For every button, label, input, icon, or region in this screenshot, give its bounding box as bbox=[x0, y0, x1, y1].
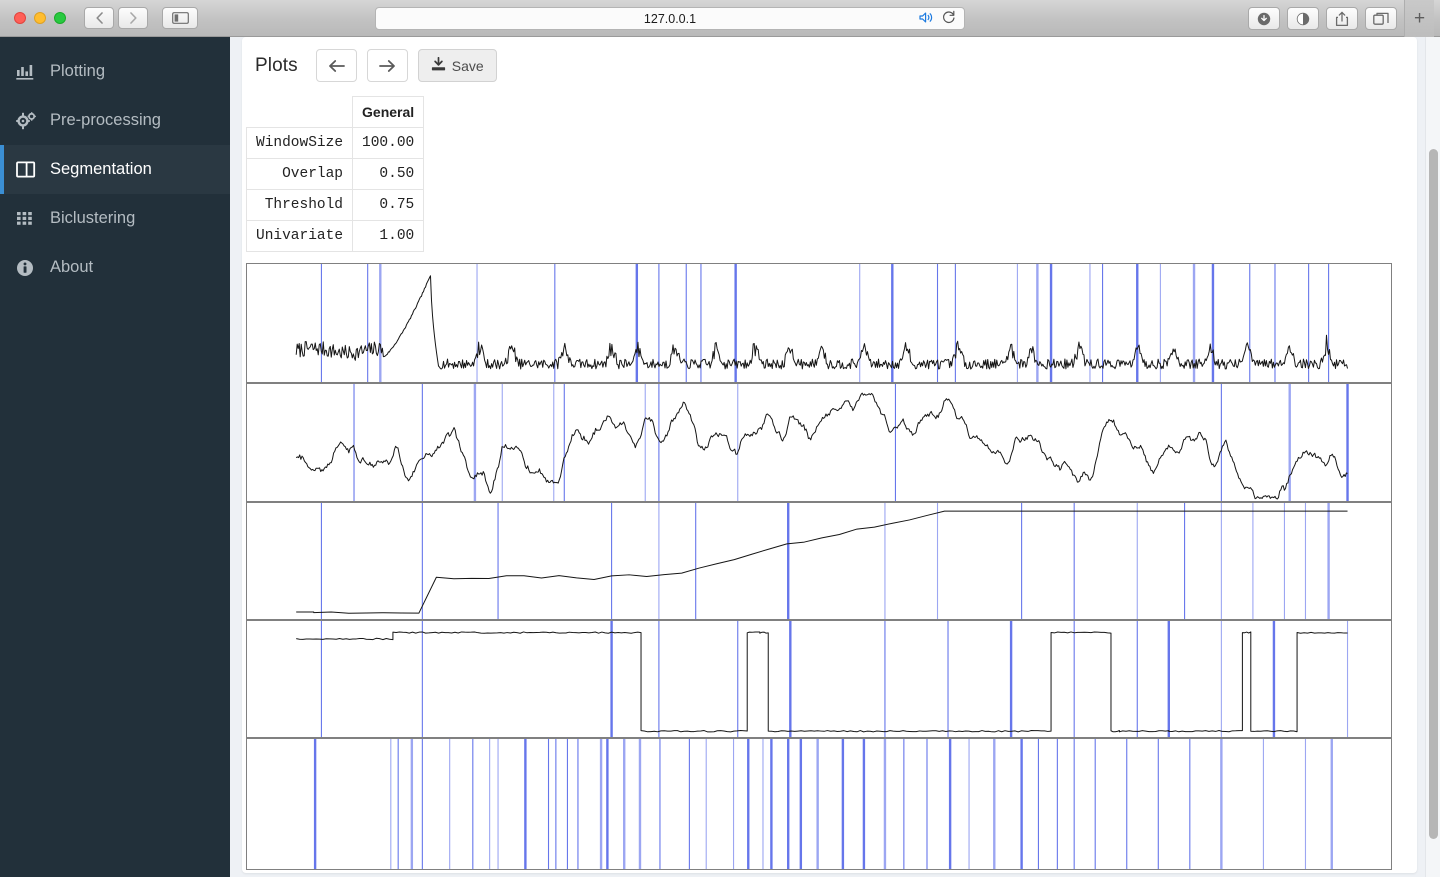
page-scrollbar-thumb[interactable] bbox=[1429, 149, 1438, 839]
download-icon bbox=[431, 56, 446, 75]
columns-icon bbox=[16, 161, 50, 178]
table-row: Univariate 1.00 bbox=[245, 220, 425, 252]
plots-card: Plots Save General WindowSize 100.00 Ove… bbox=[242, 37, 1417, 873]
minimize-window-button[interactable] bbox=[34, 12, 46, 24]
column-header-general: General bbox=[352, 96, 425, 128]
save-button[interactable]: Save bbox=[417, 49, 497, 82]
arrow-left-icon bbox=[328, 59, 345, 72]
back-button[interactable] bbox=[84, 7, 114, 29]
plot-3-svg bbox=[247, 503, 1391, 619]
sidebar-item-label: Segmentation bbox=[50, 160, 152, 178]
table-row: Threshold 0.75 bbox=[245, 189, 425, 221]
plot-2-svg bbox=[247, 384, 1391, 501]
sidebar-icon bbox=[171, 12, 189, 24]
parameters-table-head: General bbox=[245, 96, 425, 128]
app-sidebar: Plotting Pre-processing Segmentation Bic… bbox=[0, 37, 230, 877]
previous-plot-button[interactable] bbox=[315, 49, 357, 82]
chevron-left-icon bbox=[95, 12, 103, 24]
plot-5-svg bbox=[247, 739, 1391, 869]
sidebar-item-plotting[interactable]: Plotting bbox=[0, 47, 230, 96]
plot-panel-2[interactable] bbox=[247, 384, 1391, 503]
plot-panel-1[interactable] bbox=[247, 264, 1391, 384]
row-value-overlap: 0.50 bbox=[352, 158, 425, 190]
table-header-row: General bbox=[245, 96, 425, 128]
window-controls bbox=[14, 12, 66, 24]
sidebar-toggle-button[interactable] bbox=[162, 7, 198, 29]
url-text: 127.0.0.1 bbox=[643, 11, 697, 26]
sidebar-item-scrolled-partial[interactable] bbox=[0, 37, 230, 47]
row-label-univariate: Univariate bbox=[245, 220, 354, 252]
sidebar-item-label: Plotting bbox=[50, 62, 106, 80]
browser-toolbar-right: + bbox=[1248, 0, 1440, 37]
arrow-right-icon bbox=[378, 59, 395, 72]
browser-nav-buttons bbox=[84, 7, 148, 29]
info-circle-icon bbox=[16, 259, 50, 277]
sidebar-item-pre-processing[interactable]: Pre-processing bbox=[0, 96, 230, 145]
share-button[interactable] bbox=[1326, 7, 1358, 30]
table-corner-cell bbox=[245, 96, 354, 128]
sidebar-item-label: About bbox=[50, 258, 94, 276]
row-label-windowsize: WindowSize bbox=[245, 127, 354, 159]
row-value-threshold: 0.75 bbox=[352, 189, 425, 221]
cogs-icon bbox=[16, 111, 50, 130]
downloads-button[interactable] bbox=[1248, 7, 1280, 30]
reload-icon[interactable] bbox=[942, 10, 956, 27]
table-row: Overlap 0.50 bbox=[245, 158, 425, 190]
maximize-window-button[interactable] bbox=[54, 12, 66, 24]
sidebar-item-label: Pre-processing bbox=[50, 111, 161, 129]
plot-stack bbox=[246, 263, 1392, 870]
shield-half-icon bbox=[1296, 12, 1310, 25]
plots-toolbar: Plots Save bbox=[242, 37, 1417, 82]
table-row: WindowSize 100.00 bbox=[245, 127, 425, 159]
browser-chrome: 127.0.0.1 + bbox=[0, 0, 1440, 37]
plot-panel-4[interactable] bbox=[247, 621, 1391, 739]
plot-1-svg bbox=[247, 264, 1391, 382]
parameters-table-body: WindowSize 100.00 Overlap 0.50 Threshold… bbox=[245, 127, 425, 252]
share-icon bbox=[1335, 11, 1349, 26]
new-tab-button[interactable]: + bbox=[1404, 0, 1434, 37]
sidebar-item-label: Biclustering bbox=[50, 209, 136, 227]
address-bar[interactable]: 127.0.0.1 bbox=[375, 7, 965, 30]
sidebar-item-segmentation[interactable]: Segmentation bbox=[0, 145, 230, 194]
row-label-threshold: Threshold bbox=[245, 189, 354, 221]
copy-tabs-icon bbox=[1373, 12, 1389, 25]
privacy-report-button[interactable] bbox=[1287, 7, 1319, 30]
download-circle-icon bbox=[1257, 12, 1271, 25]
speaker-icon[interactable] bbox=[919, 11, 934, 27]
grid-icon bbox=[16, 210, 50, 227]
parameters-table: General WindowSize 100.00 Overlap 0.50 T… bbox=[245, 96, 425, 252]
plot-panel-3[interactable] bbox=[247, 503, 1391, 621]
sidebar-item-biclustering[interactable]: Biclustering bbox=[0, 194, 230, 243]
plot-4-svg bbox=[247, 621, 1391, 737]
row-value-univariate: 1.00 bbox=[352, 220, 425, 252]
page-scrollbar-track[interactable] bbox=[1425, 37, 1440, 877]
chevron-right-icon bbox=[129, 12, 137, 24]
page-viewport: Plotting Pre-processing Segmentation Bic… bbox=[0, 37, 1440, 877]
row-value-windowsize: 100.00 bbox=[352, 127, 425, 159]
close-window-button[interactable] bbox=[14, 12, 26, 24]
sidebar-item-about[interactable]: About bbox=[0, 243, 230, 292]
address-bar-actions bbox=[919, 8, 956, 29]
save-button-label: Save bbox=[451, 57, 484, 74]
chart-bar-icon bbox=[16, 63, 50, 81]
page-title: Plots bbox=[255, 54, 298, 76]
forward-button[interactable] bbox=[118, 7, 148, 29]
next-plot-button[interactable] bbox=[366, 49, 408, 82]
main-content: Plots Save General WindowSize 100.00 Ove… bbox=[230, 37, 1420, 877]
plot-panel-5[interactable] bbox=[247, 739, 1391, 869]
row-label-overlap: Overlap bbox=[245, 158, 354, 190]
tab-overview-button[interactable] bbox=[1365, 7, 1397, 30]
